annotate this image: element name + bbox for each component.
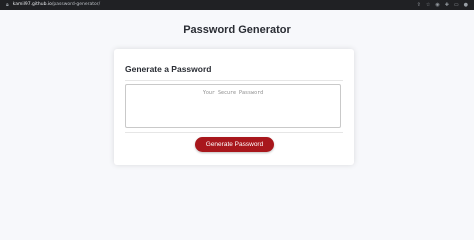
- card-divider-bottom: [125, 132, 343, 133]
- extension-icon[interactable]: ◉: [435, 0, 439, 10]
- share-icon[interactable]: ⇪: [417, 0, 421, 10]
- window-icon[interactable]: ▭: [454, 0, 459, 10]
- puzzle-icon[interactable]: ✚: [445, 0, 449, 10]
- page-title: Password Generator: [183, 24, 291, 36]
- url-path: /password-generator/: [51, 2, 101, 7]
- generate-password-button[interactable]: Generate Password: [195, 137, 274, 152]
- card-title: Generate a Password: [125, 64, 212, 74]
- page: Password Generator Generate a Password G…: [0, 10, 474, 240]
- password-output[interactable]: [125, 84, 341, 128]
- star-icon[interactable]: ☆: [426, 0, 430, 10]
- browser-toolbar: 🔒︎ kamil97.github.io/password-generator/…: [0, 0, 474, 10]
- browser-actions: ⇪ ☆ ◉ ✚ ▭ ●: [417, 0, 468, 10]
- lock-icon[interactable]: 🔒︎: [6, 0, 9, 10]
- card-divider-top: [125, 80, 343, 81]
- profile-icon[interactable]: ●: [464, 0, 468, 10]
- url-host: kamil97.github.io: [12, 2, 52, 7]
- address-bar[interactable]: kamil97.github.io/password-generator/: [13, 0, 100, 10]
- generator-card: Generate a Password Generate Password: [114, 49, 354, 165]
